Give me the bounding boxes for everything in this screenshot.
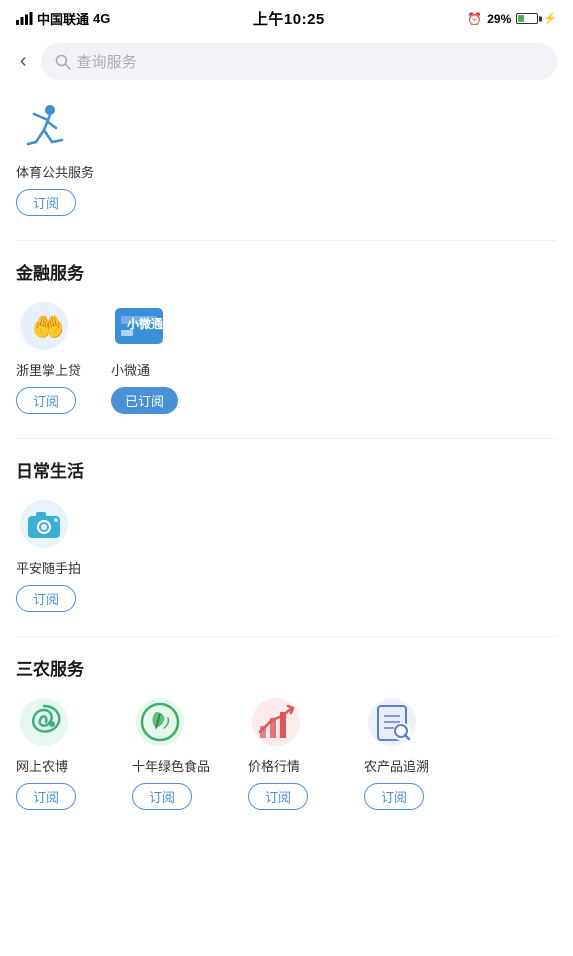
divider-3	[16, 636, 557, 637]
tiyu-icon	[16, 100, 72, 156]
xiaowei-subscribed-btn[interactable]: 已订阅	[111, 387, 178, 414]
jiage-subscribe-btn[interactable]: 订阅	[248, 783, 308, 810]
battery-icon	[516, 13, 538, 24]
search-icon	[55, 54, 71, 70]
finance-title: 金融服务	[16, 259, 557, 284]
pingan-name: 平安随手拍	[16, 558, 81, 577]
section-daily: 日常生活 平安随手拍 订阅	[16, 457, 557, 620]
service-item-zheli: 🤲 浙里掌上贷 订阅	[16, 298, 81, 414]
nongchan-subscribe-btn[interactable]: 订阅	[364, 783, 424, 810]
sports-service-row: 体育公共服务 订阅	[16, 100, 557, 224]
service-item-xiaowei: 小微通 小微通 已订阅	[111, 298, 178, 414]
svg-text:小微通: 小微通	[127, 316, 163, 331]
pingan-subscribe-btn[interactable]: 订阅	[16, 585, 76, 612]
status-right: ⏰ 29% ⚡	[467, 12, 557, 26]
battery-label: 29%	[487, 12, 511, 26]
nongbo-subscribe-btn[interactable]: 订阅	[16, 783, 76, 810]
jiage-icon	[248, 694, 304, 750]
sannong-service-row: 网上农博 订阅 十年绿色食品	[16, 694, 557, 818]
service-item-jiage: 价格行情 订阅	[248, 694, 348, 810]
status-bar: 中国联通 4G 上午10:25 ⏰ 29% ⚡	[0, 0, 573, 35]
search-bar-container: ‹ 查询服务	[0, 35, 573, 90]
section-sannong: 三农服务 网上农博 订阅	[16, 655, 557, 818]
service-item-nongchan: 农产品追溯 订阅	[364, 694, 464, 810]
nongbo-name: 网上农博	[16, 756, 68, 775]
status-left: 中国联通 4G	[16, 9, 110, 28]
service-item-pingan: 平安随手拍 订阅	[16, 496, 81, 612]
svg-text:🤲: 🤲	[32, 312, 64, 342]
alarm-icon: ⏰	[467, 12, 482, 26]
lvse-name: 十年绿色食品	[132, 756, 210, 775]
search-placeholder: 查询服务	[77, 51, 137, 72]
back-button[interactable]: ‹	[16, 50, 31, 73]
section-sports: 体育公共服务 订阅	[16, 100, 557, 224]
divider-1	[16, 240, 557, 241]
time-display: 上午10:25	[253, 8, 325, 29]
pingan-icon	[16, 496, 72, 552]
nongchan-icon	[364, 694, 420, 750]
xiaowei-icon: 小微通	[111, 298, 167, 354]
network-label: 4G	[93, 11, 110, 26]
sannong-title: 三农服务	[16, 655, 557, 680]
search-bar[interactable]: 查询服务	[41, 43, 557, 80]
daily-title: 日常生活	[16, 457, 557, 482]
nongbo-icon	[16, 694, 72, 750]
zheli-name: 浙里掌上贷	[16, 360, 81, 379]
tiyu-name: 体育公共服务	[16, 162, 94, 181]
jiage-name: 价格行情	[248, 756, 300, 775]
carrier-label: 中国联通	[37, 9, 89, 28]
finance-service-row: 🤲 浙里掌上贷 订阅 小微通 小微通 已订阅	[16, 298, 557, 422]
lvse-subscribe-btn[interactable]: 订阅	[132, 783, 192, 810]
daily-service-row: 平安随手拍 订阅	[16, 496, 557, 620]
service-item-tiyu: 体育公共服务 订阅	[16, 100, 94, 216]
service-item-nongbo: 网上农博 订阅	[16, 694, 116, 810]
charging-icon: ⚡	[543, 12, 557, 25]
xiaowei-name: 小微通	[111, 360, 150, 379]
zheli-subscribe-btn[interactable]: 订阅	[16, 387, 76, 414]
tiyu-subscribe-btn[interactable]: 订阅	[16, 189, 76, 216]
nongchan-name: 农产品追溯	[364, 756, 429, 775]
section-finance: 金融服务 🤲 浙里掌上贷 订阅	[16, 259, 557, 422]
divider-2	[16, 438, 557, 439]
signal-icon	[16, 12, 33, 25]
service-item-lvse: 十年绿色食品 订阅	[132, 694, 232, 810]
zheli-icon: 🤲	[16, 298, 72, 354]
lvse-icon	[132, 694, 188, 750]
main-content: 体育公共服务 订阅 金融服务 🤲 浙里掌上贷 订阅	[0, 90, 573, 848]
